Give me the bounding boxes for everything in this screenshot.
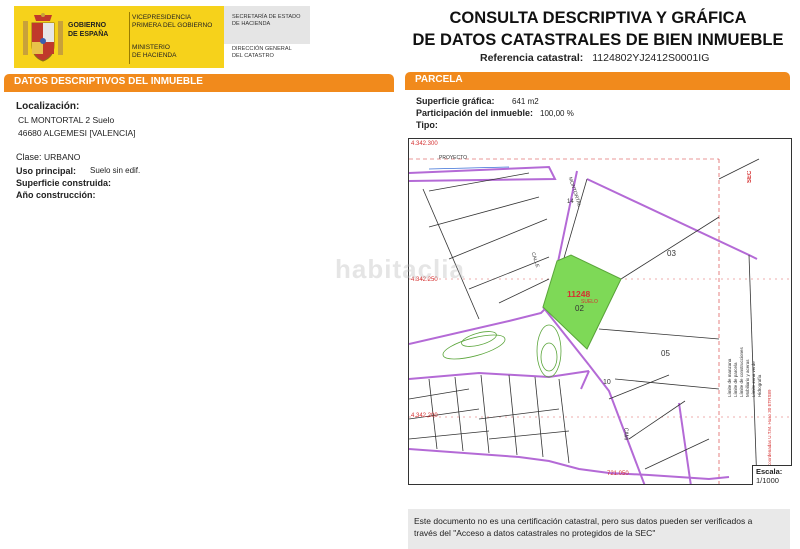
superficie-construida-label: Superficie construida: — [16, 178, 112, 188]
uso-label: Uso principal: — [16, 166, 77, 176]
parcel-03: 03 — [667, 249, 676, 258]
coord-bottom: 721.050 — [607, 471, 629, 477]
section-bar-descriptive: DATOS DESCRIPTIVOS DEL INMUEBLE — [4, 74, 394, 90]
clase-value: URBANO — [44, 152, 81, 162]
street-bottom: CAMI — [622, 427, 629, 441]
gobierno-text: GOBIERNO DE ESPAÑA — [68, 22, 109, 38]
ministerio-text: MINISTERIO DE HACIENDA — [132, 44, 177, 59]
cadastral-reference: Referencia catastral: 1124802YJ2412S0001… — [480, 52, 709, 64]
scale-value: 1/1000 — [756, 476, 779, 485]
superficie-grafica-value: 641 m2 — [512, 97, 539, 106]
participacion-label: Participación del inmueble: — [416, 108, 534, 118]
scale-label: Escala: — [756, 467, 783, 476]
uso-value: Suelo sin edif. — [90, 166, 141, 175]
parcel-id: 11248 — [567, 289, 591, 299]
superficie-grafica-label: Superficie gráfica: — [416, 96, 495, 106]
anio-construccion-label: Año construcción: — [16, 190, 96, 200]
coat-of-arms-icon — [23, 13, 63, 62]
house-number-14: 14 — [567, 199, 574, 205]
parcel-05: 05 — [661, 349, 670, 358]
section-underline-right — [405, 88, 790, 90]
legend-logo: SEC — [747, 170, 753, 183]
ref-label: Referencia catastral: — [480, 52, 584, 64]
section-underline-left — [4, 90, 394, 92]
map-scale: Escala: 1/1000 — [752, 465, 792, 485]
document-title: CONSULTA DESCRIPTIVA Y GRÁFICA DE DATOS … — [412, 9, 784, 49]
logo-separator — [129, 12, 130, 64]
address-line2: 46680 ALGEMESI [VALENCIA] — [18, 128, 136, 138]
ref-value: 1124802YJ2412S0001IG — [592, 52, 710, 64]
vicepresidencia-text: VICEPRESIDENCIA PRIMERA DEL GOBIERNO — [132, 14, 213, 29]
participacion-value: 100,00 % — [540, 109, 574, 118]
cadastral-map[interactable]: 4.342.300 4.342.250 4.342.200 721.050 PR… — [408, 138, 792, 485]
coord-low: 4.342.200 — [411, 413, 438, 419]
localizacion-label: Localización: — [16, 101, 80, 112]
secretaria-text: SECRETARÍA DE ESTADO DE HACIENDA — [232, 14, 301, 27]
direccion-text: DIRECCIÓN GENERAL DEL CATASTRO — [232, 46, 292, 59]
disclaimer-note: Este documento no es una certificación c… — [408, 509, 790, 549]
tipo-label: Tipo: — [416, 120, 438, 130]
map-legend: SEC Límite de manzana Límite de parcela … — [725, 147, 787, 473]
section-bar-parcela: PARCELA — [405, 72, 790, 88]
house-number-10: 10 — [603, 379, 611, 386]
parcel-02: 02 — [575, 304, 584, 313]
government-logo-block: GOBIERNO DE ESPAÑA VICEPRESIDENCIA PRIME… — [14, 6, 310, 68]
street-proyecto: PROYECTO — [439, 155, 467, 161]
legend-utm-info: Coordenadas U.T.M. Huso 30 ETRS89 — [767, 389, 772, 467]
coord-top: 4.342.300 — [411, 141, 438, 147]
watermark: habitaclia — [335, 254, 465, 284]
clase-label: Clase: — [16, 152, 42, 162]
address-line1: CL MONTORTAL 2 Suelo — [18, 115, 115, 125]
